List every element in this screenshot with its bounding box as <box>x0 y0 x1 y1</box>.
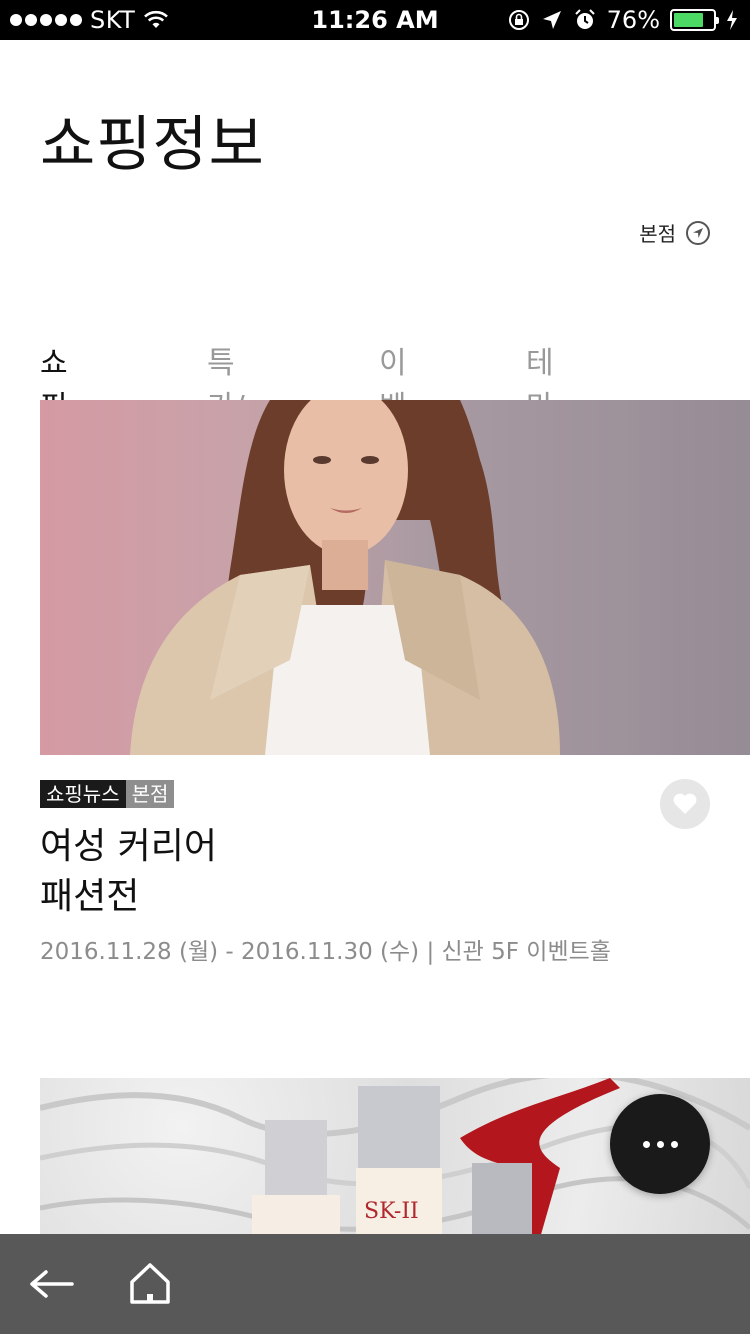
article-title-line: 여성 커리어 <box>40 826 218 867</box>
location-arrow-icon <box>686 220 710 245</box>
more-button[interactable] <box>610 1094 710 1194</box>
back-arrow-icon[interactable] <box>26 1262 76 1306</box>
heart-icon <box>673 793 697 814</box>
more-dot <box>656 1140 664 1148</box>
status-right: 76% <box>507 0 738 40</box>
branch-label: 본점 <box>639 222 676 246</box>
bottom-navigation-bar <box>0 1234 750 1334</box>
battery-percent: 76% <box>606 6 660 34</box>
article-date-location: 2016.11.28 (월) - 2016.11.30 (수) | 신관 5F … <box>40 939 611 965</box>
location-icon <box>542 11 561 29</box>
status-bar: SKT 11:26 AM 76% <box>0 0 750 40</box>
home-icon[interactable] <box>128 1260 172 1308</box>
article-title-line: 패션전 <box>40 876 140 917</box>
category-tag: 쇼핑뉴스 <box>40 780 126 808</box>
battery-icon <box>670 9 719 31</box>
article-tags: 쇼핑뉴스 본점 <box>40 780 175 808</box>
rotation-lock-icon <box>508 10 529 30</box>
charging-icon <box>727 10 737 30</box>
page-title: 쇼핑정보 <box>40 110 265 180</box>
more-dot <box>642 1140 650 1148</box>
hero-photo <box>130 400 560 755</box>
alarm-icon <box>574 9 595 29</box>
brand-label: SK-II <box>364 1199 419 1224</box>
more-dot <box>670 1140 678 1148</box>
article-hero-image[interactable] <box>40 400 750 755</box>
branch-selector[interactable]: 본점 <box>639 218 710 247</box>
favorite-button[interactable] <box>660 779 710 829</box>
article-title[interactable]: 여성 커리어 패션전 <box>40 822 217 922</box>
branch-tag: 본점 <box>125 780 175 808</box>
